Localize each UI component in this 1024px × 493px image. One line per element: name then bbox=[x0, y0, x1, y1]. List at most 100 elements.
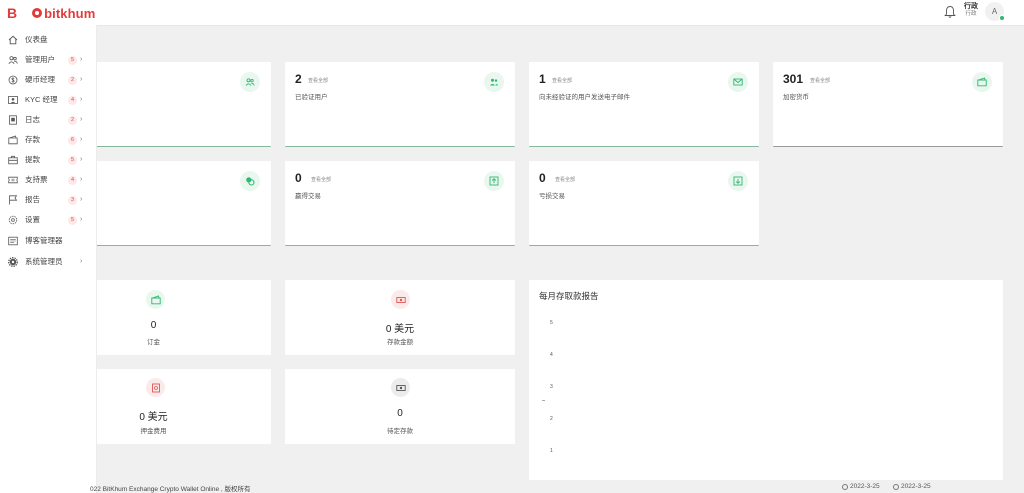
y-tick-label: 1 bbox=[550, 448, 553, 454]
stat-label: 向未经验证的用户发送电子邮件 bbox=[539, 94, 630, 101]
stat-value: 1 bbox=[539, 72, 546, 86]
sidebar-item-system-admin[interactable]: 系统管理员 › bbox=[0, 252, 96, 272]
users-icon bbox=[490, 78, 499, 86]
stat-label: 亏损交易 bbox=[539, 193, 565, 200]
logo-letter: B bbox=[7, 5, 18, 21]
y-tick-label: 3 bbox=[550, 384, 553, 390]
chevron-right-icon: › bbox=[80, 76, 83, 83]
stat-card-hidden[interactable] bbox=[96, 62, 271, 147]
chevron-right-icon: › bbox=[80, 216, 83, 223]
coins-icon bbox=[246, 177, 255, 186]
sidebar-item-reports[interactable]: 报告 3 › bbox=[0, 190, 96, 210]
sidebar-item-label: 日志 bbox=[25, 115, 40, 124]
date-value: 2022-3-25 bbox=[850, 483, 880, 490]
footer-copyright: 022 BitKhum Exchange Crypto Wallet Onlin… bbox=[90, 486, 251, 493]
sidebar-item-coin-manager[interactable]: 硬币经理 2 › bbox=[0, 70, 96, 90]
summary-label: 待定存款 bbox=[387, 428, 413, 435]
y-axis-marker bbox=[542, 399, 545, 401]
stat-card-hidden-2[interactable] bbox=[96, 161, 271, 246]
users-icon-badge bbox=[484, 72, 504, 92]
briefcase-icon bbox=[8, 155, 18, 165]
stat-card-verified-users[interactable]: 2 查看全部 已验证用户 bbox=[285, 62, 515, 147]
stat-label: 赢得交易 bbox=[295, 193, 321, 200]
count-badge: 5 bbox=[68, 216, 77, 225]
view-all-link[interactable]: 查看全部 bbox=[552, 77, 572, 84]
sidebar-item-deposits[interactable]: 存款 6 › bbox=[0, 130, 96, 150]
footer-date-start: 2022-3-25 bbox=[842, 483, 880, 490]
cash-icon-badge bbox=[391, 378, 410, 397]
stat-value: 0 bbox=[539, 171, 546, 185]
summary-label: 存款金额 bbox=[387, 339, 413, 346]
logo[interactable]: B bitkhum bbox=[7, 5, 95, 21]
chevron-right-icon: › bbox=[80, 176, 83, 183]
clock-icon bbox=[842, 483, 848, 490]
summary-value: 0 美元 bbox=[385, 324, 415, 335]
log-icon bbox=[9, 115, 17, 125]
sidebar-item-label: 博客管理器 bbox=[25, 236, 63, 245]
sidebar-item-kyc-manager[interactable]: KYC 经理 4 › bbox=[0, 90, 96, 110]
count-badge: 5 bbox=[68, 156, 77, 165]
user-name: 行政 bbox=[964, 3, 978, 10]
chevron-right-icon: › bbox=[80, 156, 83, 163]
stat-label: 加密货币 bbox=[783, 94, 809, 101]
receipt-icon-badge bbox=[146, 378, 165, 397]
report-chart: 5 4 3 2 1 bbox=[529, 280, 1003, 480]
cog-icon bbox=[8, 257, 18, 267]
money-icon-badge bbox=[391, 290, 410, 309]
chevron-right-icon: › bbox=[80, 116, 83, 123]
y-tick-label: 4 bbox=[550, 352, 553, 358]
y-tick-label: 2 bbox=[550, 416, 553, 422]
bell-icon[interactable] bbox=[944, 5, 956, 19]
sidebar-item-label: 仪表盘 bbox=[25, 35, 48, 44]
wallet-icon-badge bbox=[146, 290, 165, 309]
summary-card-deposit-amount[interactable]: 0 美元 存款金额 bbox=[285, 280, 515, 355]
monthly-report-card: 每月存取款报告 54321 bbox=[529, 280, 1003, 480]
top-header: B bitkhum 行政 行政 A bbox=[0, 0, 1024, 26]
stat-card-winning-trades[interactable]: 0 查看全部 赢得交易 bbox=[285, 161, 515, 246]
stat-value: 301 bbox=[783, 72, 804, 86]
sidebar: 仪表盘 管理用户 5 › 硬币经理 2 › KYC 经理 4 › 日志 2 › … bbox=[0, 25, 97, 493]
summary-card-deposit-fees[interactable]: 0 美元 押金费用 bbox=[96, 369, 271, 444]
chevron-right-icon: › bbox=[80, 56, 83, 63]
sidebar-item-label: 存款 bbox=[25, 135, 40, 144]
sidebar-item-label: 提款 bbox=[25, 155, 40, 164]
sidebar-item-logs[interactable]: 日志 2 › bbox=[0, 110, 96, 130]
user-info[interactable]: 行政 行政 bbox=[960, 3, 982, 18]
count-badge: 4 bbox=[68, 96, 77, 105]
sidebar-item-support-tickets[interactable]: 支持票 4 › bbox=[0, 170, 96, 190]
stat-card-losing-trades[interactable]: 0 查看全部 亏损交易 bbox=[529, 161, 759, 246]
user-role: 行政 bbox=[965, 11, 977, 17]
view-all-link[interactable]: 查看全部 bbox=[311, 176, 331, 183]
blog-icon bbox=[8, 236, 18, 246]
arrow-up-box-icon-badge bbox=[484, 171, 504, 191]
sidebar-item-label: 管理用户 bbox=[25, 55, 55, 64]
sidebar-item-blog-manager[interactable]: 博客管理器 bbox=[0, 231, 96, 251]
sidebar-item-withdrawals[interactable]: 提款 5 › bbox=[0, 150, 96, 170]
count-badge: 6 bbox=[68, 136, 77, 145]
count-badge: 2 bbox=[68, 76, 77, 85]
chevron-right-icon: › bbox=[80, 196, 83, 203]
sidebar-item-dashboard[interactable]: 仪表盘 bbox=[0, 30, 96, 50]
view-all-link[interactable]: 查看全部 bbox=[308, 77, 328, 84]
sidebar-item-label: KYC 经理 bbox=[25, 95, 58, 104]
wallet-icon bbox=[8, 135, 18, 145]
view-all-link[interactable]: 查看全部 bbox=[810, 77, 830, 84]
users-icon bbox=[245, 78, 255, 86]
view-all-link[interactable]: 查看全部 bbox=[555, 176, 575, 183]
arrow-down-box-icon bbox=[733, 176, 743, 186]
sidebar-item-settings[interactable]: 设置 5 › bbox=[0, 210, 96, 230]
summary-card-pending-deposits[interactable]: 0 待定存款 bbox=[285, 369, 515, 444]
home-icon bbox=[8, 35, 18, 45]
stat-value: 0 bbox=[295, 171, 302, 185]
sidebar-item-manage-users[interactable]: 管理用户 5 › bbox=[0, 50, 96, 70]
wallet-icon bbox=[977, 77, 987, 87]
stat-card-unverified-email[interactable]: 1 查看全部 向未经验证的用户发送电子邮件 bbox=[529, 62, 759, 147]
count-badge: 5 bbox=[68, 56, 77, 65]
stat-value: 2 bbox=[295, 72, 302, 86]
stat-card-cryptocurrencies[interactable]: 301 查看全部 加密货币 bbox=[773, 62, 1003, 147]
id-card-icon bbox=[8, 96, 18, 104]
logo-mark-icon bbox=[32, 8, 43, 18]
wallet-icon-badge bbox=[972, 72, 992, 92]
summary-card-deposits[interactable]: 0 订金 bbox=[96, 280, 271, 355]
chevron-right-icon: › bbox=[80, 258, 83, 265]
